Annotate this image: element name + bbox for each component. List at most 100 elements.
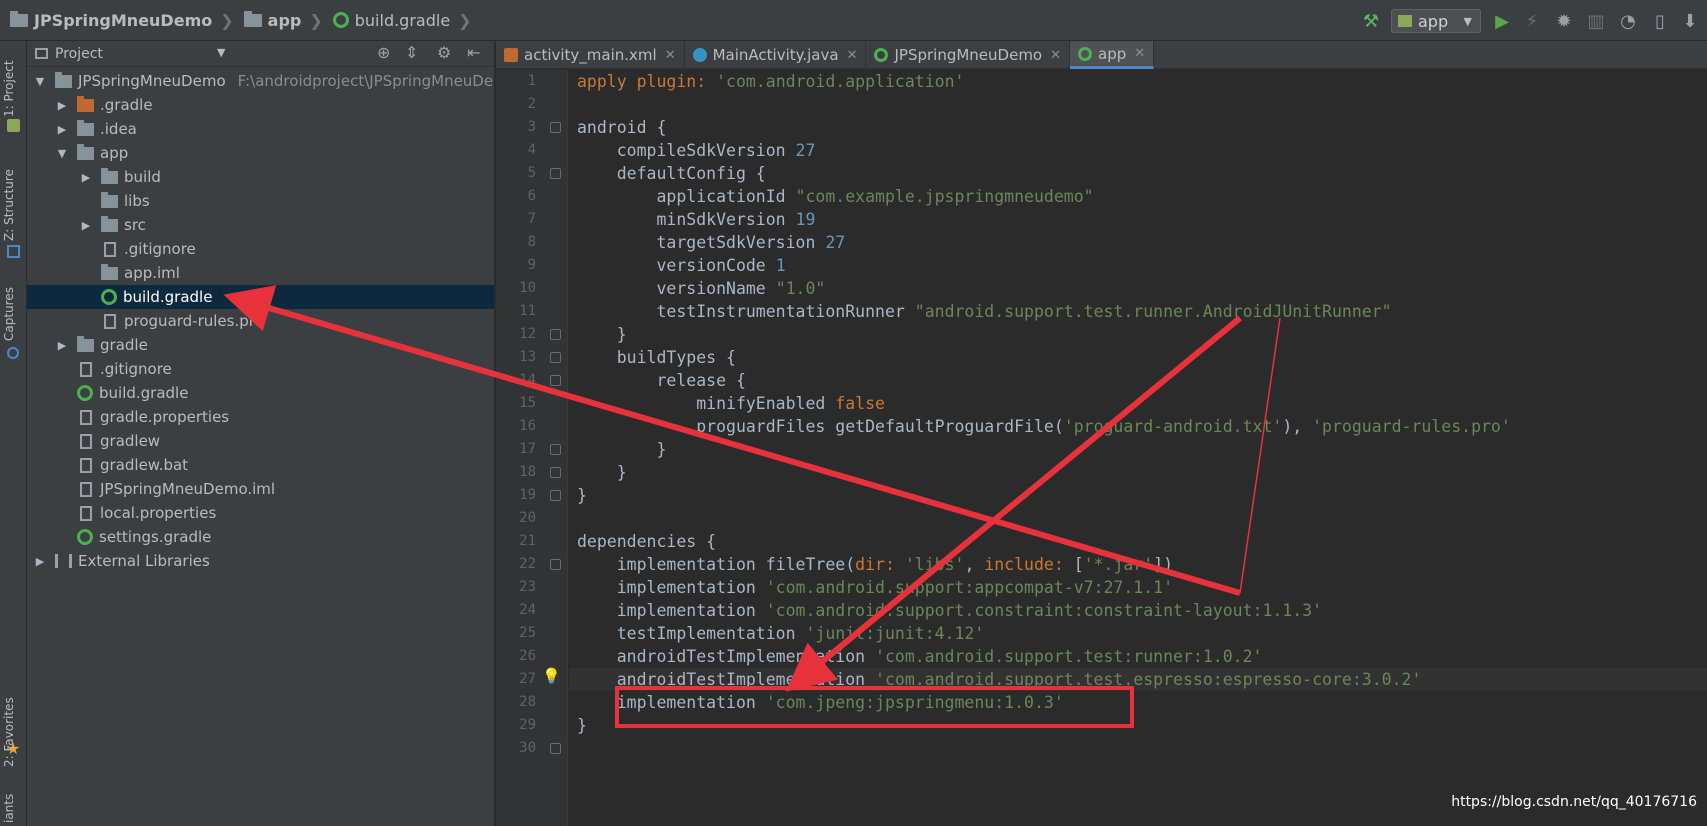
collapse-all-icon[interactable]: ⇕ (405, 43, 418, 62)
code-line-29: } (577, 716, 587, 735)
code-line-9: versionCode 1 (577, 254, 785, 277)
fold-marker-icon[interactable] (550, 444, 561, 455)
chevron-down-icon[interactable]: ▼ (217, 46, 225, 59)
close-icon[interactable]: ✕ (1134, 46, 1145, 61)
tree-item-proguard-rules[interactable]: proguard-rules.pro (27, 309, 494, 333)
tree-item-root-build-gradle[interactable]: build.gradle (27, 381, 494, 405)
collapsed-arrow-icon[interactable]: ▶ (79, 171, 93, 184)
file-icon (80, 457, 92, 473)
code-line-22: implementation fileTree(dir: 'libs', inc… (577, 553, 1173, 576)
tree-item-app-iml[interactable]: app.iml (27, 261, 494, 285)
fold-marker-icon[interactable] (550, 467, 561, 478)
tree-item-build[interactable]: ▶ build (27, 165, 494, 189)
line-number: 20 (519, 510, 536, 526)
code-token: '*.jar' (1083, 555, 1154, 574)
apply-changes-icon[interactable]: ⚡ (1521, 10, 1543, 32)
tab-main-activity-java[interactable]: MainActivity.java ✕ (685, 41, 867, 69)
avd-manager-icon[interactable]: ▯ (1649, 10, 1671, 32)
collapsed-arrow-icon[interactable]: ▶ (33, 555, 47, 568)
settings-gear-icon[interactable]: ⚙ (437, 43, 451, 62)
close-icon[interactable]: ✕ (665, 48, 676, 63)
tree-item-settings-gradle[interactable]: settings.gradle (27, 525, 494, 549)
code-token: versionCode (577, 256, 776, 275)
code-token: 27 (795, 141, 816, 160)
tree-item-app-build-gradle[interactable]: build.gradle (27, 285, 494, 309)
line-number: 3 (527, 119, 536, 135)
project-view-selector[interactable]: Project (55, 46, 103, 62)
close-icon[interactable]: ✕ (847, 48, 858, 63)
breadcrumb-project[interactable]: JPSpringMneuDemo ❯ (0, 0, 234, 41)
editor-gutter: 1 2 3 4 5 6 7 8 9 10 11 12 13 14 15 16 1… (496, 70, 568, 826)
tab-app-gradle[interactable]: app ✕ (1070, 41, 1155, 69)
tree-item-local-properties[interactable]: local.properties (27, 501, 494, 525)
close-icon[interactable]: ✕ (1050, 48, 1061, 63)
code-line-17: } (577, 440, 667, 459)
debug-icon[interactable]: ✹ (1553, 10, 1575, 32)
fold-marker-icon[interactable] (550, 375, 561, 386)
code-token: ), (1282, 417, 1313, 436)
xml-layout-icon (504, 48, 518, 62)
tree-item-src[interactable]: ▶ src (27, 213, 494, 237)
project-panel: Project ▼ ⊕ ⇕ ⚙ ⇤ ▼ JPSpringMneuDemo F:\… (27, 41, 495, 826)
fold-marker-icon[interactable] (550, 490, 561, 501)
tree-item-project-iml[interactable]: JPSpringMneuDemo.iml (27, 477, 494, 501)
fold-marker-icon[interactable] (550, 168, 561, 179)
code-token: plugin: (636, 72, 717, 91)
project-view-icon (35, 48, 48, 59)
fold-marker-icon[interactable] (550, 559, 561, 570)
lightbulb-icon[interactable]: 💡 (542, 667, 561, 685)
code-line-7: minSdkVersion 19 (577, 208, 815, 231)
tab-activity-main-xml[interactable]: activity_main.xml ✕ (496, 41, 685, 69)
file-icon (80, 433, 92, 449)
expanded-arrow-icon[interactable]: ▼ (33, 75, 47, 88)
tree-item-gradle-folder[interactable]: ▶ gradle (27, 333, 494, 357)
expanded-arrow-icon[interactable]: ▼ (55, 147, 69, 160)
gradle-icon (332, 12, 349, 28)
tree-item-root[interactable]: ▼ JPSpringMneuDemo F:\androidproject\JPS… (27, 69, 494, 93)
tab-project-gradle[interactable]: JPSpringMneuDemo ✕ (866, 41, 1071, 69)
tree-item-label: local.properties (100, 504, 217, 522)
captures-tool-tab[interactable]: Captures (2, 287, 16, 341)
tree-item-gradlew-bat[interactable]: gradlew.bat (27, 453, 494, 477)
project-folder-icon (10, 10, 28, 27)
tree-item-gradle-properties[interactable]: gradle.properties (27, 405, 494, 429)
fold-marker-icon[interactable] (550, 122, 561, 133)
build-variants-tool-tab[interactable]: iants (2, 794, 16, 823)
tree-item-label: gradlew (100, 432, 161, 450)
tree-item-idea[interactable]: ▶ .idea (27, 117, 494, 141)
breadcrumb-app[interactable]: app ❯ (234, 0, 323, 41)
tree-item-app[interactable]: ▼ app (27, 141, 494, 165)
fold-marker-icon[interactable] (550, 743, 561, 754)
structure-tool-tab[interactable]: Z: Structure (2, 169, 16, 241)
profile-icon[interactable]: ▥ (1585, 10, 1607, 32)
collapsed-arrow-icon[interactable]: ▶ (55, 123, 69, 136)
collapsed-arrow-icon[interactable]: ▶ (79, 219, 93, 232)
tree-item-gradlew[interactable]: gradlew (27, 429, 494, 453)
breadcrumb-file[interactable]: build.gradle ❯ (323, 0, 472, 41)
hide-panel-icon[interactable]: ⇤ (467, 43, 480, 62)
tree-item-gradle-cache[interactable]: ▶ .gradle (27, 93, 494, 117)
collapsed-arrow-icon[interactable]: ▶ (55, 99, 69, 112)
line-number: 8 (527, 234, 536, 250)
code-token: [ (1073, 555, 1084, 574)
code-token: implementation fileTree( (577, 555, 856, 574)
sdk-manager-icon[interactable]: ⬇ (1679, 10, 1701, 32)
attach-debugger-icon[interactable]: ◔ (1617, 10, 1639, 32)
tree-item-libs[interactable]: libs (27, 189, 494, 213)
project-tool-tab[interactable]: 1: Project (2, 60, 16, 117)
make-project-hammer-icon[interactable]: ⚒ (1360, 10, 1382, 32)
project-path: F:\androidproject\JPSpringMneuDe (237, 72, 494, 90)
gradle-icon (77, 385, 93, 401)
run-icon[interactable]: ▶ (1491, 10, 1513, 32)
fold-marker-icon[interactable] (550, 352, 561, 363)
project-panel-header: Project ▼ ⊕ ⇕ ⚙ ⇤ (27, 41, 494, 67)
run-configuration-dropdown[interactable]: app ▼ (1391, 9, 1481, 33)
tree-item-app-gitignore[interactable]: .gitignore (27, 237, 494, 261)
code-token: applicationId (577, 187, 796, 206)
collapsed-arrow-icon[interactable]: ▶ (55, 339, 69, 352)
tree-item-root-gitignore[interactable]: .gitignore (27, 357, 494, 381)
scroll-from-source-icon[interactable]: ⊕ (377, 43, 390, 62)
tree-item-external-libraries[interactable]: ▶ External Libraries (27, 549, 494, 573)
code-line-24: implementation 'com.android.support.cons… (577, 599, 1322, 622)
fold-marker-icon[interactable] (550, 329, 561, 340)
